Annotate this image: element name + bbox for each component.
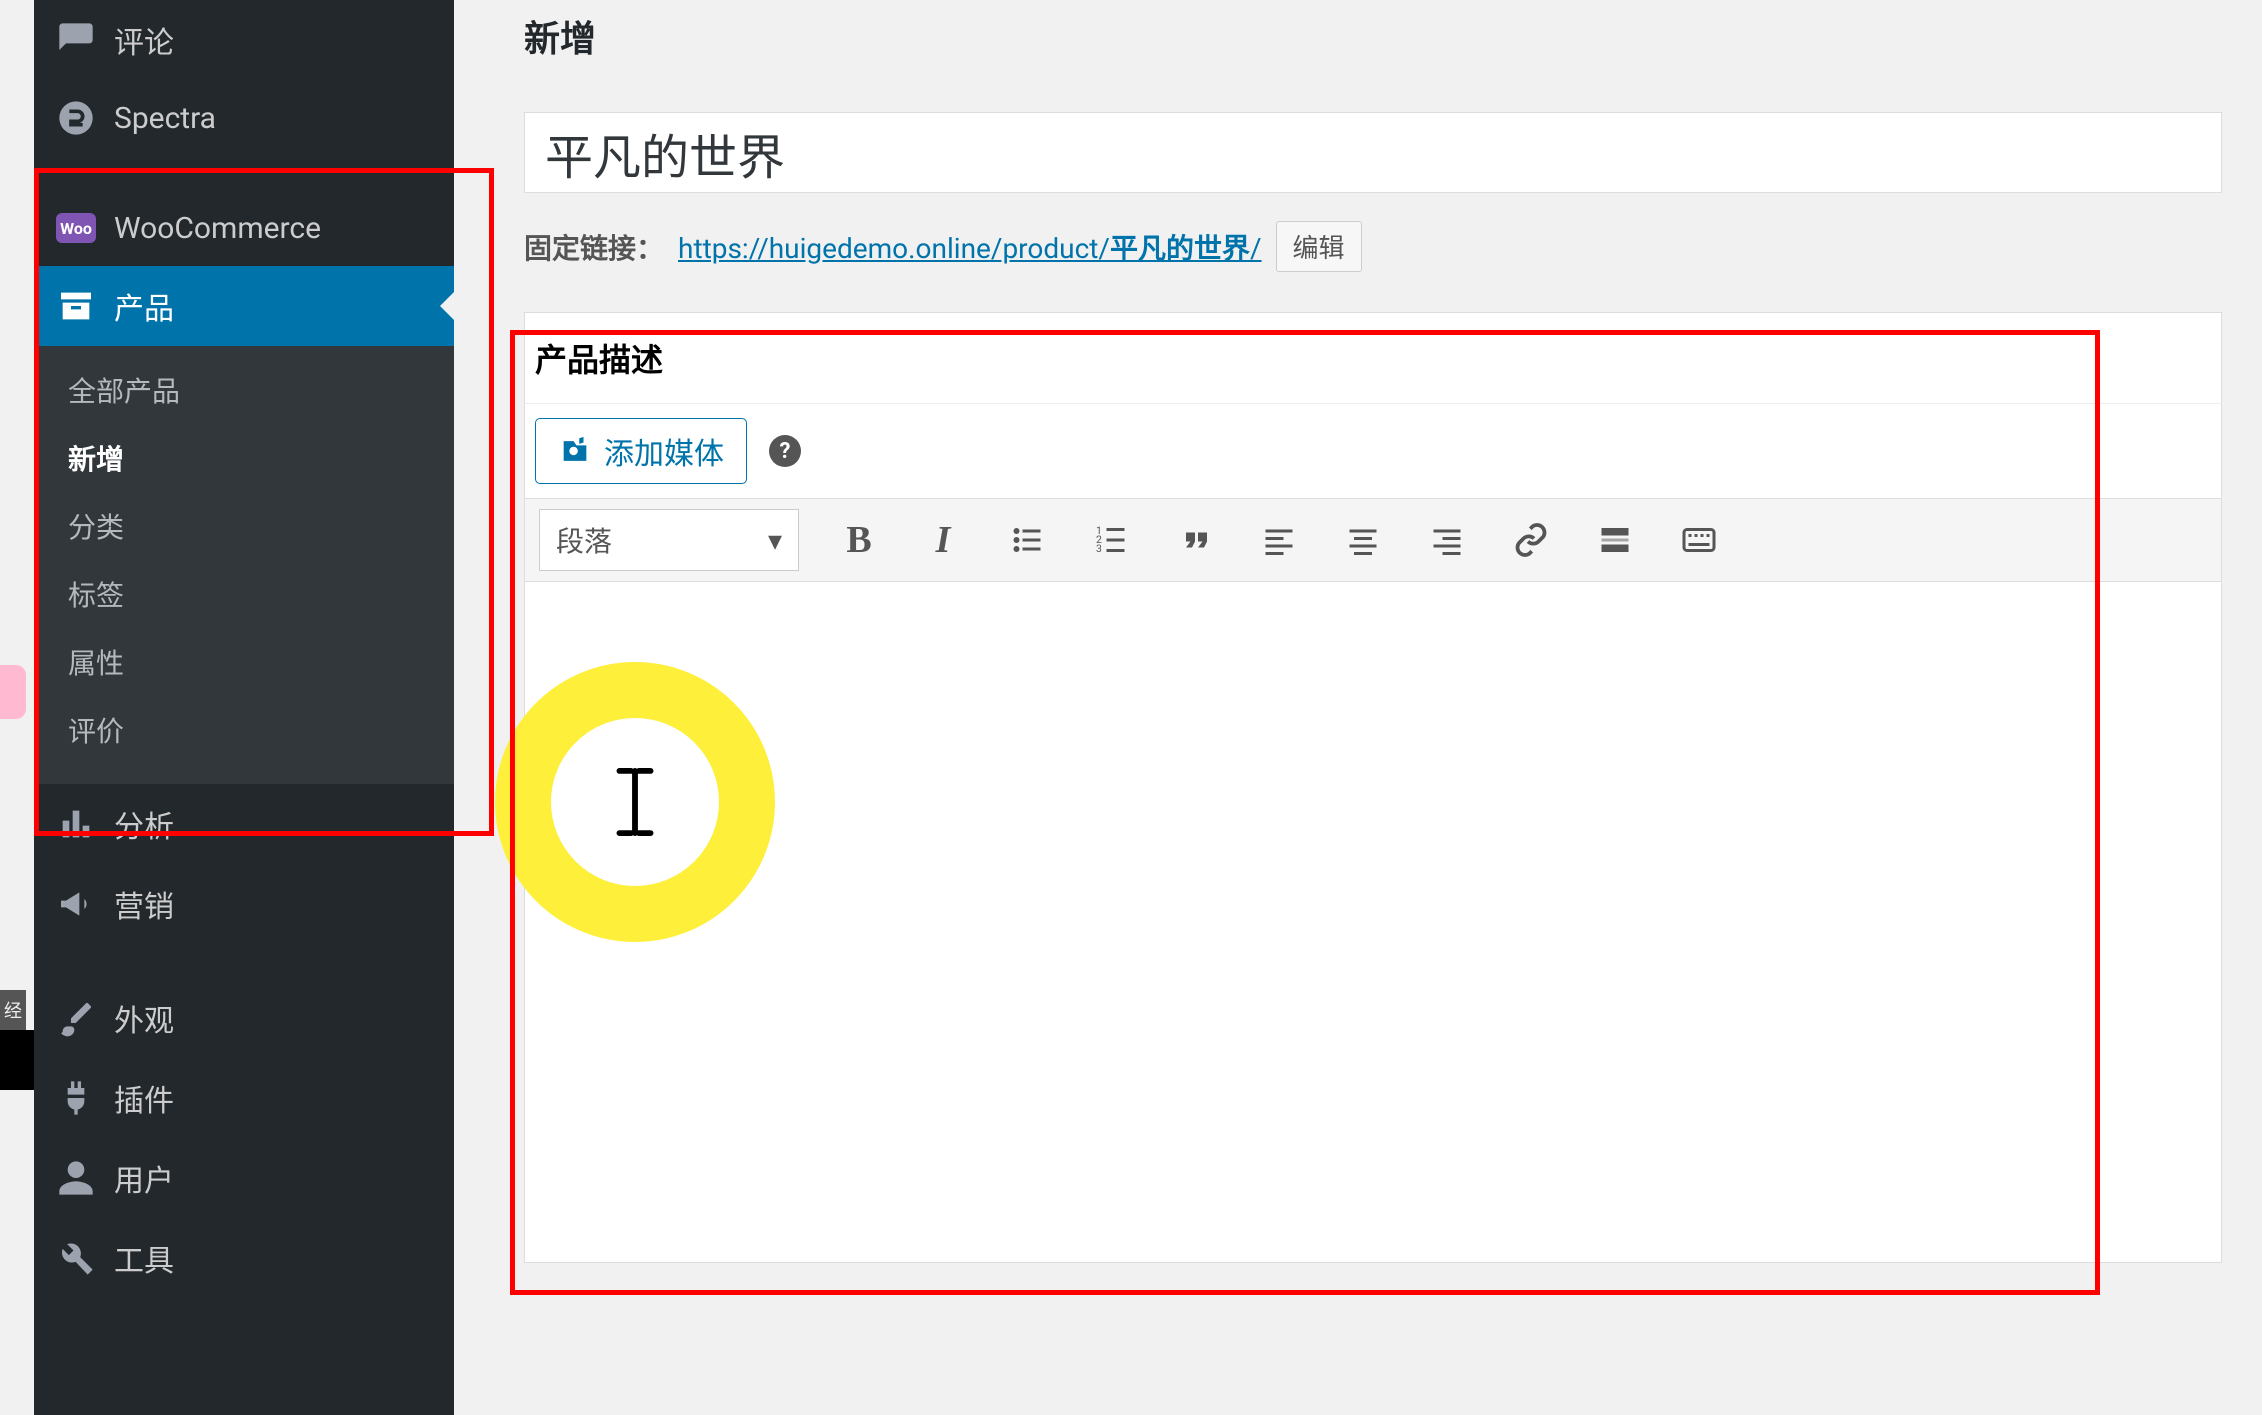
brush-icon xyxy=(56,998,96,1038)
annotation-yellow-ring xyxy=(495,662,775,942)
sidebar-label: 营销 xyxy=(114,882,174,926)
submenu-all-products[interactable]: 全部产品 xyxy=(34,356,454,424)
permalink-label: 固定链接： xyxy=(524,227,664,267)
wrench-icon xyxy=(56,1238,96,1278)
editor-toolbar: 段落 ▾ B I 123 xyxy=(525,499,2221,582)
sidebar-item-appearance[interactable]: 外观 xyxy=(34,978,454,1058)
sidebar-item-tools[interactable]: 工具 xyxy=(34,1218,454,1298)
toolbar-align-center-button[interactable] xyxy=(1331,513,1395,567)
main-content: 新增 固定链接： https://huigedemo.online/produc… xyxy=(454,0,2262,1415)
toolbar-bold-button[interactable]: B xyxy=(827,513,891,567)
toolbar-bullet-list-button[interactable] xyxy=(995,513,1059,567)
toolbar-align-right-button[interactable] xyxy=(1415,513,1479,567)
camera-music-icon xyxy=(558,434,592,468)
align-right-icon xyxy=(1429,522,1465,558)
spectra-icon xyxy=(56,98,96,138)
toolbar-italic-button[interactable]: I xyxy=(911,513,975,567)
submenu-add-new[interactable]: 新增 xyxy=(34,424,454,492)
left-pink-tab[interactable] xyxy=(0,665,26,719)
bullet-list-icon xyxy=(1009,522,1045,558)
products-submenu: 全部产品 新增 分类 标签 属性 评价 xyxy=(34,346,454,784)
editor-media-row: 添加媒体 ? xyxy=(525,404,2221,499)
bar-chart-icon xyxy=(56,804,96,844)
svg-text:3: 3 xyxy=(1096,542,1102,555)
permalink-url[interactable]: https://huigedemo.online/product/平凡的世界/ xyxy=(678,227,1262,267)
help-icon[interactable]: ? xyxy=(769,435,801,467)
sidebar-label: 外观 xyxy=(114,996,174,1040)
woocommerce-icon: Woo xyxy=(56,208,96,248)
sidebar-item-plugins[interactable]: 插件 xyxy=(34,1058,454,1138)
sidebar-label: 评论 xyxy=(114,18,174,62)
sidebar-label: Spectra xyxy=(114,101,216,136)
add-media-button[interactable]: 添加媒体 xyxy=(535,418,747,484)
left-stub-label: 经 xyxy=(0,990,26,1030)
sidebar-item-woocommerce[interactable]: Woo WooCommerce xyxy=(34,190,454,266)
text-cursor-icon xyxy=(611,767,659,837)
toolbar-numbered-list-button[interactable]: 123 xyxy=(1079,513,1143,567)
permalink-row: 固定链接： https://huigedemo.online/product/平… xyxy=(524,221,2222,292)
sidebar-item-users[interactable]: 用户 xyxy=(34,1138,454,1218)
quote-icon xyxy=(1177,522,1213,558)
numbered-list-icon: 123 xyxy=(1093,522,1129,558)
admin-sidebar: 评论 Spectra Woo WooCommerce 产品 全部产品 新增 分类… xyxy=(34,0,454,1415)
permalink-base: https://huigedemo.online/product/ xyxy=(678,232,1110,265)
submenu-attributes[interactable]: 属性 xyxy=(34,628,454,696)
format-selected-label: 段落 xyxy=(556,520,612,560)
toolbar-link-button[interactable] xyxy=(1499,513,1563,567)
archive-icon xyxy=(56,286,96,326)
sidebar-label: 插件 xyxy=(114,1076,174,1120)
toolbar-blockquote-button[interactable] xyxy=(1163,513,1227,567)
woo-badge: Woo xyxy=(56,213,96,243)
editor-section-title: 产品描述 xyxy=(525,313,2221,404)
read-more-icon xyxy=(1597,522,1633,558)
plug-icon xyxy=(56,1078,96,1118)
sidebar-item-comments[interactable]: 评论 xyxy=(34,0,454,80)
permalink-slug: 平凡的世界 xyxy=(1110,232,1250,265)
sidebar-item-analytics[interactable]: 分析 xyxy=(34,784,454,864)
toolbar-align-left-button[interactable] xyxy=(1247,513,1311,567)
left-black-strip xyxy=(0,1030,34,1090)
sidebar-item-marketing[interactable]: 营销 xyxy=(34,864,454,944)
sidebar-label: WooCommerce xyxy=(114,211,321,246)
permalink-trail: / xyxy=(1250,232,1262,265)
megaphone-icon xyxy=(56,884,96,924)
sidebar-label: 工具 xyxy=(114,1236,174,1280)
toolbar-read-more-button[interactable] xyxy=(1583,513,1647,567)
user-icon xyxy=(56,1158,96,1198)
submenu-tags[interactable]: 标签 xyxy=(34,560,454,628)
link-icon xyxy=(1513,522,1549,558)
sidebar-label: 用户 xyxy=(114,1156,174,1200)
sidebar-label: 分析 xyxy=(114,802,174,846)
editor-content-area[interactable] xyxy=(525,582,2221,1262)
editor-box: 产品描述 添加媒体 ? 段落 ▾ B I 123 xyxy=(524,312,2222,1263)
chevron-down-icon: ▾ xyxy=(768,524,782,557)
product-title-input[interactable] xyxy=(524,112,2222,193)
format-dropdown[interactable]: 段落 ▾ xyxy=(539,509,799,571)
sidebar-label: 产品 xyxy=(114,284,174,328)
sidebar-item-products[interactable]: 产品 xyxy=(34,266,454,346)
add-media-label: 添加媒体 xyxy=(604,429,724,473)
keyboard-icon xyxy=(1681,522,1717,558)
align-center-icon xyxy=(1345,522,1381,558)
sidebar-item-spectra[interactable]: Spectra xyxy=(34,80,454,156)
submenu-categories[interactable]: 分类 xyxy=(34,492,454,560)
align-left-icon xyxy=(1261,522,1297,558)
comment-icon xyxy=(56,20,96,60)
permalink-edit-button[interactable]: 编辑 xyxy=(1276,221,1362,272)
page-heading: 新增 xyxy=(524,10,2222,62)
submenu-reviews[interactable]: 评价 xyxy=(34,696,454,764)
toolbar-kitchen-sink-button[interactable] xyxy=(1667,513,1731,567)
